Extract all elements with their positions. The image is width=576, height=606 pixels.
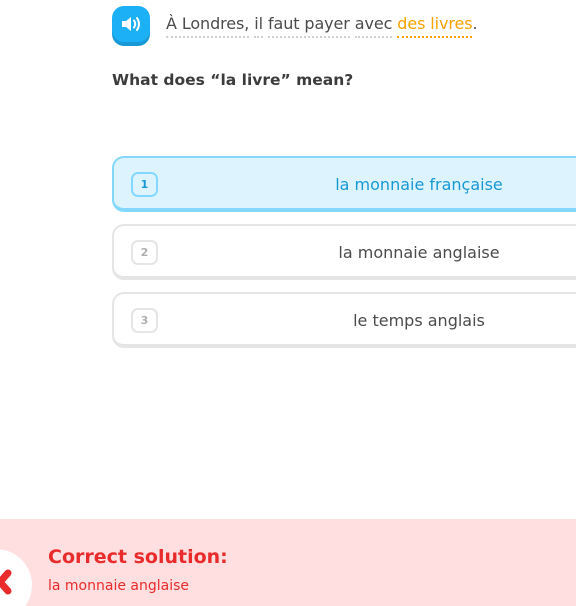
- play-audio-button[interactable]: [112, 6, 150, 42]
- wrong-x-icon: [0, 549, 32, 606]
- sentence-punctuation: .: [472, 14, 478, 33]
- option-label: la monnaie anglaise: [338, 243, 500, 262]
- option-number-badge: 2: [131, 240, 158, 265]
- prompt-sentence: À Londres, il faut payer avec des livres…: [166, 14, 478, 38]
- answer-option-1[interactable]: 1 la monnaie française: [112, 156, 576, 212]
- incorrect-feedback-panel: Correct solution: la monnaie anglaise: [0, 519, 576, 606]
- speaker-icon: [122, 17, 140, 31]
- option-label: la monnaie française: [335, 175, 503, 194]
- sentence-word[interactable]: À Londres,: [166, 14, 249, 38]
- new-word-highlight[interactable]: des livres: [397, 14, 473, 38]
- option-number-badge: 3: [131, 308, 158, 333]
- sentence-word[interactable]: avec: [354, 14, 392, 38]
- question-text: What does “la livre” mean?: [112, 71, 354, 89]
- correct-answer-text: la monnaie anglaise: [48, 578, 190, 594]
- answer-option-2[interactable]: 2 la monnaie anglaise: [112, 224, 576, 280]
- sentence-word[interactable]: il: [254, 14, 263, 38]
- option-label: le temps anglais: [353, 311, 485, 330]
- lesson-screen: À Londres, il faut payer avec des livres…: [0, 0, 576, 606]
- option-number-badge: 1: [131, 172, 158, 197]
- sentence-word[interactable]: faut payer: [267, 14, 350, 38]
- feedback-title: Correct solution:: [48, 546, 228, 568]
- answer-option-3[interactable]: 3 le temps anglais: [112, 292, 576, 348]
